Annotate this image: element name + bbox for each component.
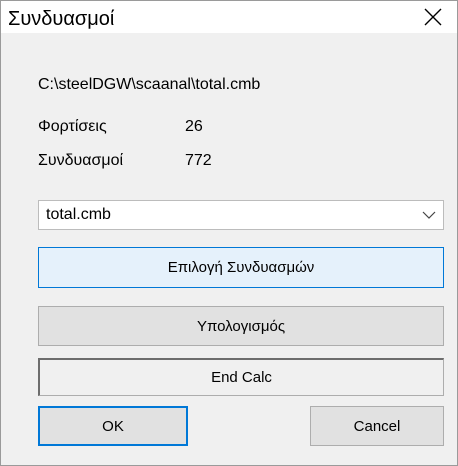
title-bar: Συνδυασμοί bbox=[1, 1, 457, 33]
ok-button[interactable]: OK bbox=[38, 406, 188, 446]
loads-value: 26 bbox=[185, 118, 203, 135]
dialog-window: Συνδυασμοί C:\steelDGW\scaanal\total.cmb… bbox=[0, 0, 458, 466]
end-calc-button[interactable]: End Calc bbox=[38, 358, 444, 396]
window-title: Συνδυασμοί bbox=[8, 8, 115, 30]
cancel-button[interactable]: Cancel bbox=[310, 406, 444, 446]
file-select-value: total.cmb bbox=[46, 206, 111, 223]
file-path: C:\steelDGW\scaanal\total.cmb bbox=[38, 76, 261, 93]
calculate-button[interactable]: Υπολογισμός bbox=[38, 306, 444, 346]
chevron-down-icon bbox=[422, 211, 436, 219]
combinations-label: Συνδυασμοί bbox=[38, 152, 124, 169]
close-icon bbox=[424, 8, 442, 26]
combinations-value: 772 bbox=[185, 152, 212, 169]
loads-label: Φορτίσεις bbox=[38, 118, 107, 135]
select-combinations-button[interactable]: Επιλογή Συνδυασμών bbox=[38, 247, 444, 288]
file-select[interactable]: total.cmb bbox=[38, 200, 444, 230]
close-button[interactable] bbox=[409, 1, 457, 33]
